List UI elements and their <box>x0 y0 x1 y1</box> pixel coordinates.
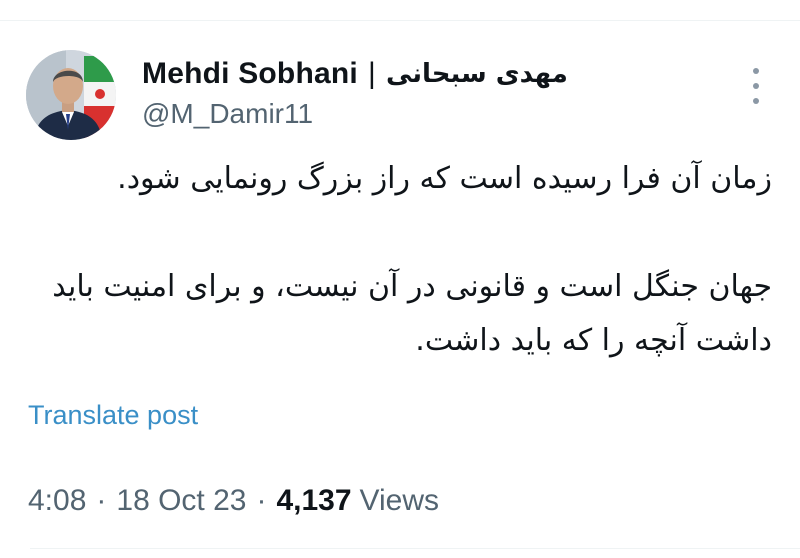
menu-dot <box>753 83 759 89</box>
user-handle[interactable]: @M_Damir11 <box>142 98 702 130</box>
tweet-text: زمان آن فرا رسیده است که راز بزرگ رونمای… <box>12 152 772 368</box>
more-vertical-icon[interactable] <box>744 68 768 104</box>
name-separator: | <box>367 57 376 90</box>
bottom-divider <box>30 548 800 549</box>
post-time[interactable]: 4:08 <box>28 484 86 518</box>
avatar[interactable] <box>26 50 116 140</box>
profile-photo <box>26 50 116 140</box>
post-date[interactable]: 18 Oct 23 <box>116 484 246 518</box>
tweet-paragraph-2: جهان جنگل است و قانونی در آن نیست، و برا… <box>52 269 772 358</box>
translate-post-link[interactable]: Translate post <box>28 400 198 431</box>
meta-dot: · <box>256 484 267 517</box>
views-count[interactable]: 4,137 <box>276 484 351 518</box>
author-block: Mehdi Sobhani | مهدی سبحانی @M_Damir11 <box>142 54 702 130</box>
top-divider <box>0 20 800 21</box>
views-label: Views <box>359 484 440 517</box>
menu-dot <box>753 98 759 104</box>
tweet-card: Mehdi Sobhani | مهدی سبحانی @M_Damir11 ز… <box>0 0 800 558</box>
display-name[interactable]: Mehdi Sobhani | مهدی سبحانی <box>142 54 702 94</box>
meta-dot: · <box>96 484 107 517</box>
display-name-en: Mehdi Sobhani <box>142 57 358 90</box>
display-name-fa: مهدی سبحانی <box>385 59 568 89</box>
tweet-paragraph-1: زمان آن فرا رسیده است که راز بزرگ رونمای… <box>117 161 772 196</box>
tweet-meta: 4:08 · 18 Oct 23 · 4,137 Views <box>28 484 439 518</box>
menu-dot <box>753 68 759 74</box>
